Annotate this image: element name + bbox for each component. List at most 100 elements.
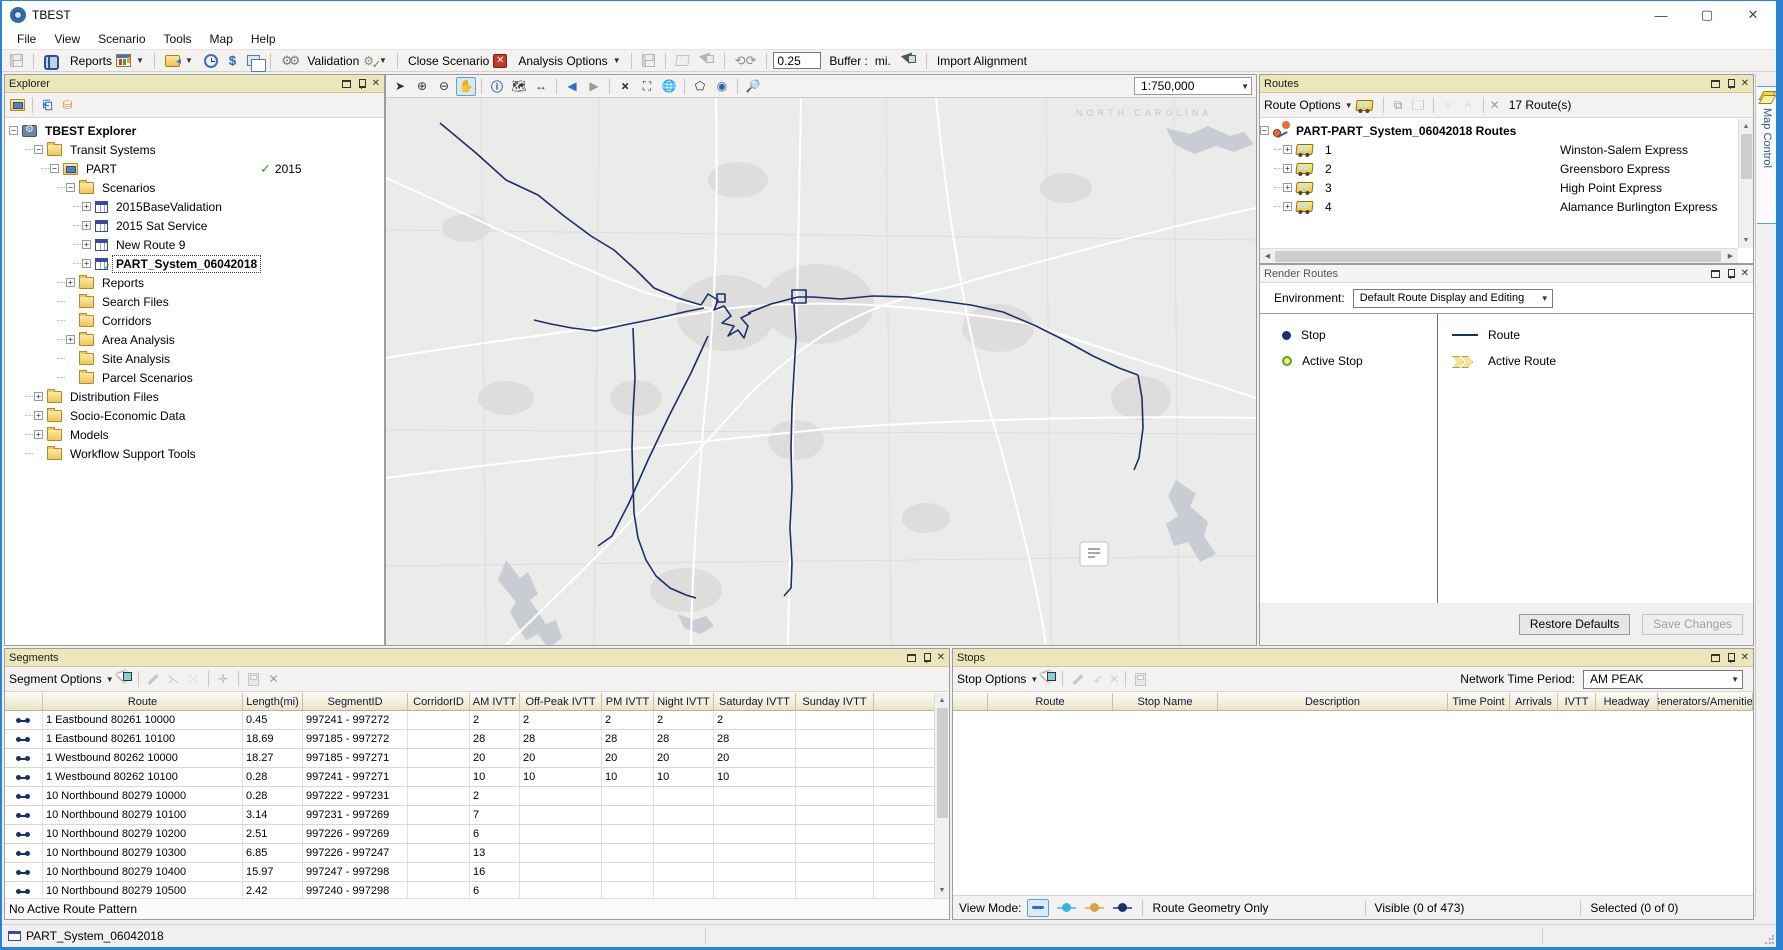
buffer-distance-input[interactable] bbox=[773, 52, 821, 69]
pan-hand-icon[interactable]: ✋ bbox=[456, 77, 476, 96]
globe-icon[interactable]: 🌐 bbox=[659, 77, 679, 96]
environment-select[interactable]: Default Route Display and Editing ▼ bbox=[1353, 289, 1553, 308]
windows-button[interactable] bbox=[243, 54, 264, 67]
explorer-tree-item[interactable]: −Scenarios bbox=[7, 178, 384, 197]
segments-header-cell[interactable]: CorridorID bbox=[408, 693, 470, 710]
stops-header-cell[interactable]: Arrivals bbox=[1510, 693, 1558, 710]
segments-row[interactable]: 1 Eastbound 80261 1010018.69997185 - 997… bbox=[5, 730, 934, 749]
explorer-tree-item[interactable]: +Models bbox=[7, 425, 384, 444]
segments-vscrollbar[interactable]: ▲▼ bbox=[934, 693, 949, 898]
pin-icon[interactable] bbox=[1727, 269, 1734, 279]
expand-plus-icon[interactable]: + bbox=[1283, 164, 1292, 173]
close-panel-icon[interactable]: ✕ bbox=[937, 653, 945, 663]
zoom-collapse-icon[interactable]: 🞬 bbox=[615, 77, 635, 96]
explorer-tree-item[interactable]: +2015 Sat Service bbox=[7, 216, 384, 235]
route-options-button[interactable]: Route Options ▼ bbox=[1264, 98, 1353, 112]
close-panel-icon[interactable]: ✕ bbox=[372, 79, 380, 89]
segments-header-cell[interactable]: Sunday IVTT bbox=[796, 693, 874, 710]
map-control-tab[interactable]: Map Control bbox=[1757, 86, 1778, 224]
zoom-in-icon[interactable]: ⊕ bbox=[412, 77, 432, 96]
segments-row[interactable]: 10 Northbound 80279 1040015.97997247 - 9… bbox=[5, 863, 934, 882]
time-period-button[interactable] bbox=[200, 53, 222, 69]
expand-plus-icon[interactable]: + bbox=[82, 259, 91, 268]
segment-options-button[interactable]: Segment Options ▼ bbox=[9, 672, 114, 686]
stops-header-cell[interactable]: Route bbox=[988, 693, 1113, 710]
segments-row[interactable]: 10 Northbound 80279 103006.85997226 - 99… bbox=[5, 844, 934, 863]
explorer-tree-item[interactable]: Site Analysis bbox=[7, 349, 384, 368]
measure-icon[interactable]: ↔ bbox=[531, 77, 551, 96]
segments-header-cell[interactable]: PM IVTT bbox=[602, 693, 654, 710]
explorer-tree-item[interactable]: −Transit Systems bbox=[7, 140, 384, 159]
routes-tree-item[interactable]: +4Alamance Burlington Express bbox=[1260, 197, 1738, 216]
segments-row[interactable]: 10 Northbound 80279 102002.51997226 - 99… bbox=[5, 825, 934, 844]
expand-plus-icon[interactable]: + bbox=[66, 278, 75, 287]
zoom-out-icon[interactable]: ⊖ bbox=[434, 77, 454, 96]
stop-options-button[interactable]: Stop Options ▼ bbox=[957, 672, 1038, 686]
explorer-tree-item[interactable]: +✓PART_System_06042018 bbox=[7, 254, 384, 273]
pin-icon[interactable] bbox=[923, 653, 930, 663]
segments-header-cell[interactable]: SegmentID bbox=[303, 693, 408, 710]
expand-plus-icon[interactable]: + bbox=[34, 430, 43, 439]
segments-row[interactable]: 10 Northbound 80279 100000.28997222 - 99… bbox=[5, 787, 934, 806]
explorer-tree-item[interactable]: +Socio-Economic Data bbox=[7, 406, 384, 425]
collapse-minus-icon[interactable]: − bbox=[34, 145, 43, 154]
collapse-minus-icon[interactable]: − bbox=[1260, 126, 1269, 135]
settings-button[interactable]: ⚙⚙ bbox=[277, 52, 300, 70]
explorer-tree-item[interactable]: +Reports bbox=[7, 273, 384, 292]
segments-row[interactable]: 10 Northbound 80279 101003.14997231 - 99… bbox=[5, 806, 934, 825]
expand-plus-icon[interactable]: + bbox=[34, 392, 43, 401]
segments-row[interactable]: 1 Eastbound 80261 100000.45997241 - 9972… bbox=[5, 711, 934, 730]
explorer-tree-item[interactable]: Parcel Scenarios bbox=[7, 368, 384, 387]
maximize-button[interactable]: ▢ bbox=[1684, 1, 1730, 29]
pin-icon[interactable] bbox=[1727, 653, 1734, 663]
fares-button[interactable]: $ bbox=[225, 52, 240, 69]
menu-tools[interactable]: Tools bbox=[155, 30, 201, 48]
identify-stop-icon[interactable]: 🗺 bbox=[509, 77, 529, 96]
routes-tree-item[interactable]: +3High Point Express bbox=[1260, 178, 1738, 197]
network-time-period-select[interactable]: AM PEAK ▼ bbox=[1583, 670, 1743, 689]
back-icon[interactable]: ◀ bbox=[562, 77, 582, 96]
explorer-tree-item[interactable]: Workflow Support Tools bbox=[7, 444, 384, 463]
segments-row[interactable]: 1 Westbound 80262 101000.28997241 - 9972… bbox=[5, 768, 934, 787]
forward-icon[interactable]: ▶ bbox=[584, 77, 604, 96]
close-panel-icon[interactable]: ✕ bbox=[1741, 653, 1749, 663]
explorer-tree-item[interactable]: Search Files bbox=[7, 292, 384, 311]
stops-header-cell[interactable]: Stop Name bbox=[1113, 693, 1218, 710]
expand-plus-icon[interactable]: + bbox=[34, 411, 43, 420]
segments-header-cell[interactable]: Length(mi) bbox=[243, 693, 303, 710]
explorer-tree-item[interactable]: −TBEST Explorer bbox=[7, 121, 384, 140]
analysis-options-button[interactable]: Analysis Options ▼ bbox=[514, 53, 624, 69]
map-scale-combo[interactable]: 1:750,000 ▼ bbox=[1134, 77, 1252, 95]
segments-header-cell[interactable] bbox=[5, 693, 43, 710]
stops-header-cell[interactable]: Time Point bbox=[1448, 693, 1510, 710]
expand-plus-icon[interactable]: + bbox=[66, 335, 75, 344]
expand-plus-icon[interactable]: + bbox=[1283, 145, 1292, 154]
reports-button[interactable]: Reports ▼ bbox=[66, 53, 148, 69]
segments-header-cell[interactable]: Off-Peak IVTT bbox=[520, 693, 602, 710]
view-mode-orange-stop-icon[interactable] bbox=[1083, 899, 1105, 917]
restore-panel-icon[interactable] bbox=[1711, 80, 1720, 88]
routes-tree-item[interactable]: +2Greensboro Express bbox=[1260, 159, 1738, 178]
bus-edit-icon[interactable] bbox=[1355, 100, 1373, 111]
routes-root-item[interactable]: −PART-PART_System_06042018 Routes bbox=[1260, 121, 1738, 140]
routes-vscrollbar[interactable]: ▲▼ bbox=[1738, 119, 1753, 248]
menu-help[interactable]: Help bbox=[242, 30, 285, 48]
search-button[interactable] bbox=[40, 54, 63, 67]
restore-panel-icon[interactable] bbox=[342, 80, 351, 88]
segments-header-cell[interactable]: AM IVTT bbox=[470, 693, 520, 710]
menu-map[interactable]: Map bbox=[201, 30, 242, 48]
import-alignment-button[interactable]: Import Alignment bbox=[933, 53, 1031, 69]
validation-button[interactable]: Validation ⚙ ▼ bbox=[303, 53, 391, 69]
select-arrow-icon[interactable]: ➤ bbox=[390, 77, 410, 96]
restore-panel-icon[interactable] bbox=[1711, 654, 1720, 662]
stops-header-cell[interactable]: Headway bbox=[1596, 693, 1658, 710]
routes-tree-item[interactable]: +1Winston-Salem Express bbox=[1260, 140, 1738, 159]
close-panel-icon[interactable]: ✕ bbox=[1741, 269, 1749, 279]
collapse-minus-icon[interactable]: − bbox=[9, 126, 18, 135]
stops-header-cell[interactable]: Description bbox=[1218, 693, 1448, 710]
routes-hscrollbar[interactable]: ◀▶ bbox=[1260, 248, 1738, 263]
segments-header-cell[interactable]: Route bbox=[43, 693, 243, 710]
globe-zoom-icon[interactable]: ◉ bbox=[712, 77, 732, 96]
restore-panel-icon[interactable] bbox=[907, 654, 916, 662]
new-file-icon[interactable]: ⎗ bbox=[39, 97, 56, 113]
